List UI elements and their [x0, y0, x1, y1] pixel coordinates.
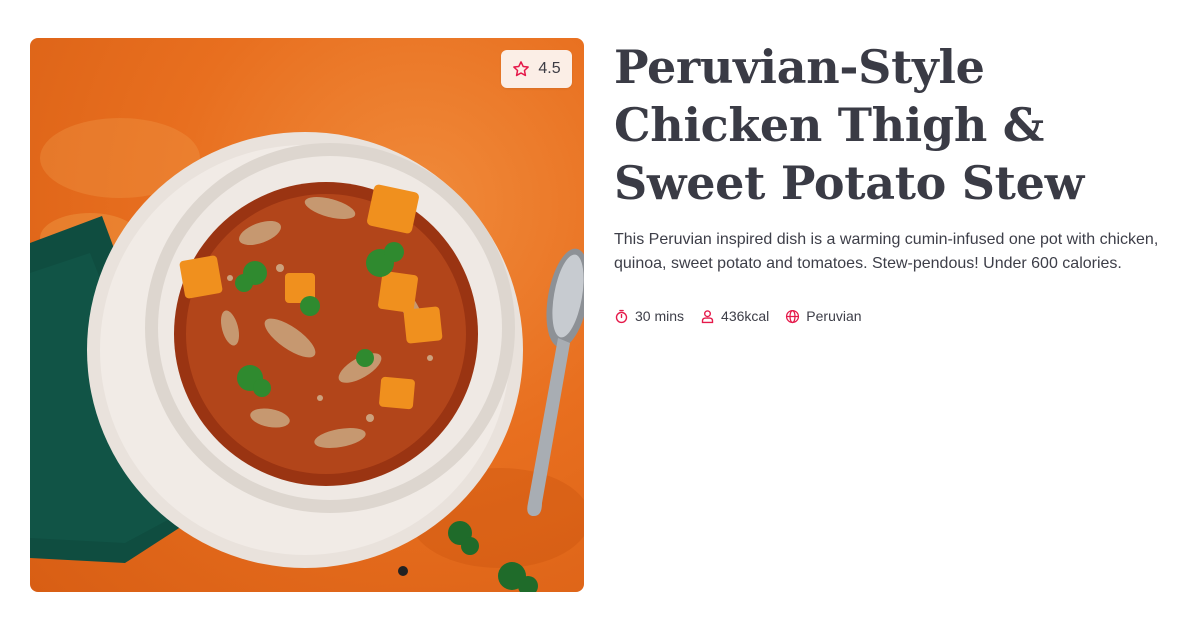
timer-icon — [614, 309, 629, 324]
meta-cuisine: Peruvian — [785, 308, 862, 324]
meta-time-text: 30 mins — [635, 308, 685, 324]
recipe-image — [30, 38, 584, 592]
rating-badge: 4.5 — [501, 50, 572, 88]
person-icon — [700, 309, 715, 324]
meta-calories-text: 436kcal — [721, 308, 770, 324]
meta-cuisine-text: Peruvian — [806, 308, 862, 324]
spoon — [527, 248, 584, 516]
star-icon — [512, 60, 530, 78]
rating-value: 4.5 — [538, 60, 561, 77]
stew-illustration — [30, 118, 584, 592]
meta-calories: 436kcal — [700, 308, 769, 324]
globe-icon — [785, 309, 800, 324]
recipe-meta: 30 mins 436kcal Peruvian — [614, 308, 862, 324]
recipe-title: Peruvian-Style Chicken Thigh & Sweet Pot… — [614, 40, 1084, 210]
meta-time: 30 mins — [614, 308, 684, 324]
recipe-description: This Peruvian inspired dish is a warming… — [614, 231, 1159, 272]
